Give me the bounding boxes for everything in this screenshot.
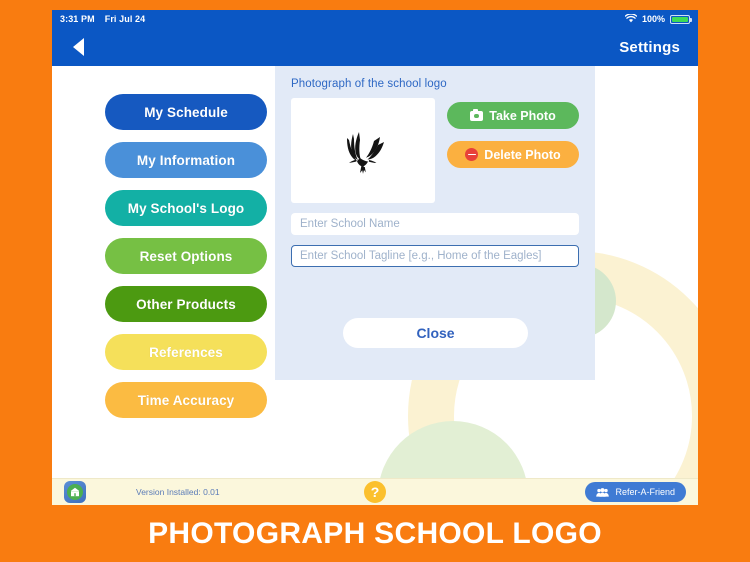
status-time: 3:31 PM bbox=[60, 14, 95, 24]
photo-row: Take Photo Delete Photo bbox=[291, 98, 579, 203]
school-name-input[interactable] bbox=[291, 213, 579, 235]
status-right-group: 100% bbox=[624, 12, 692, 25]
app-logo-icon[interactable] bbox=[64, 481, 86, 503]
battery-icon bbox=[670, 14, 692, 24]
caption-banner: PHOTOGRAPH SCHOOL LOGO bbox=[0, 505, 750, 562]
eagle-school-logo-icon bbox=[347, 131, 384, 174]
nav-bar: Settings bbox=[52, 28, 698, 66]
caption-text: PHOTOGRAPH SCHOOL LOGO bbox=[148, 516, 602, 550]
tablet-screen: 3:31 PM Fri Jul 24 100% Settings My Sche… bbox=[52, 10, 698, 505]
page-title: Settings bbox=[619, 38, 680, 56]
status-bar: 3:31 PM Fri Jul 24 100% bbox=[52, 10, 698, 28]
camera-icon bbox=[470, 108, 484, 121]
back-button[interactable] bbox=[70, 37, 86, 57]
bottom-bar: Version Installed: 0.01 ? Refer-A-Friend bbox=[52, 478, 698, 505]
refer-a-friend-label: Refer-A-Friend bbox=[615, 487, 675, 497]
sidebar-item-my-information[interactable]: My Information bbox=[105, 142, 267, 178]
sidebar-item-my-schedule[interactable]: My Schedule bbox=[105, 94, 267, 130]
sidebar-item-other-products[interactable]: Other Products bbox=[105, 286, 267, 322]
school-building-icon bbox=[70, 487, 80, 497]
back-triangle-icon bbox=[72, 38, 84, 56]
take-photo-label: Take Photo bbox=[489, 108, 556, 123]
sidebar-item-reset-options[interactable]: Reset Options bbox=[105, 238, 267, 274]
sidebar-item-references[interactable]: References bbox=[105, 334, 267, 370]
photo-actions: Take Photo Delete Photo bbox=[447, 98, 579, 168]
minus-circle-icon bbox=[465, 148, 479, 161]
app-root: 3:31 PM Fri Jul 24 100% Settings My Sche… bbox=[0, 0, 750, 562]
school-tagline-input[interactable] bbox=[291, 245, 579, 267]
app-logo-circle bbox=[67, 484, 83, 500]
version-text: Version Installed: 0.01 bbox=[136, 487, 220, 497]
logo-preview[interactable] bbox=[291, 98, 435, 203]
sidebar-menu: My Schedule My Information My School's L… bbox=[105, 94, 267, 418]
wifi-icon bbox=[624, 12, 638, 25]
refer-a-friend-button[interactable]: Refer-A-Friend bbox=[585, 482, 686, 502]
content-area: My Schedule My Information My School's L… bbox=[52, 66, 698, 478]
delete-photo-label: Delete Photo bbox=[484, 147, 561, 162]
photograph-logo-dialog: Photograph of the school logo Take Photo… bbox=[275, 66, 595, 380]
delete-photo-button[interactable]: Delete Photo bbox=[447, 141, 579, 168]
people-icon bbox=[596, 487, 610, 497]
dialog-label: Photograph of the school logo bbox=[291, 78, 447, 90]
battery-percent: 100% bbox=[641, 14, 665, 24]
sidebar-item-my-schools-logo[interactable]: My School's Logo bbox=[105, 190, 267, 226]
help-button[interactable]: ? bbox=[364, 481, 386, 503]
take-photo-button[interactable]: Take Photo bbox=[447, 102, 579, 129]
status-date: Fri Jul 24 bbox=[104, 14, 146, 24]
sidebar-item-time-accuracy[interactable]: Time Accuracy bbox=[105, 382, 267, 418]
close-button[interactable]: Close bbox=[343, 318, 528, 348]
